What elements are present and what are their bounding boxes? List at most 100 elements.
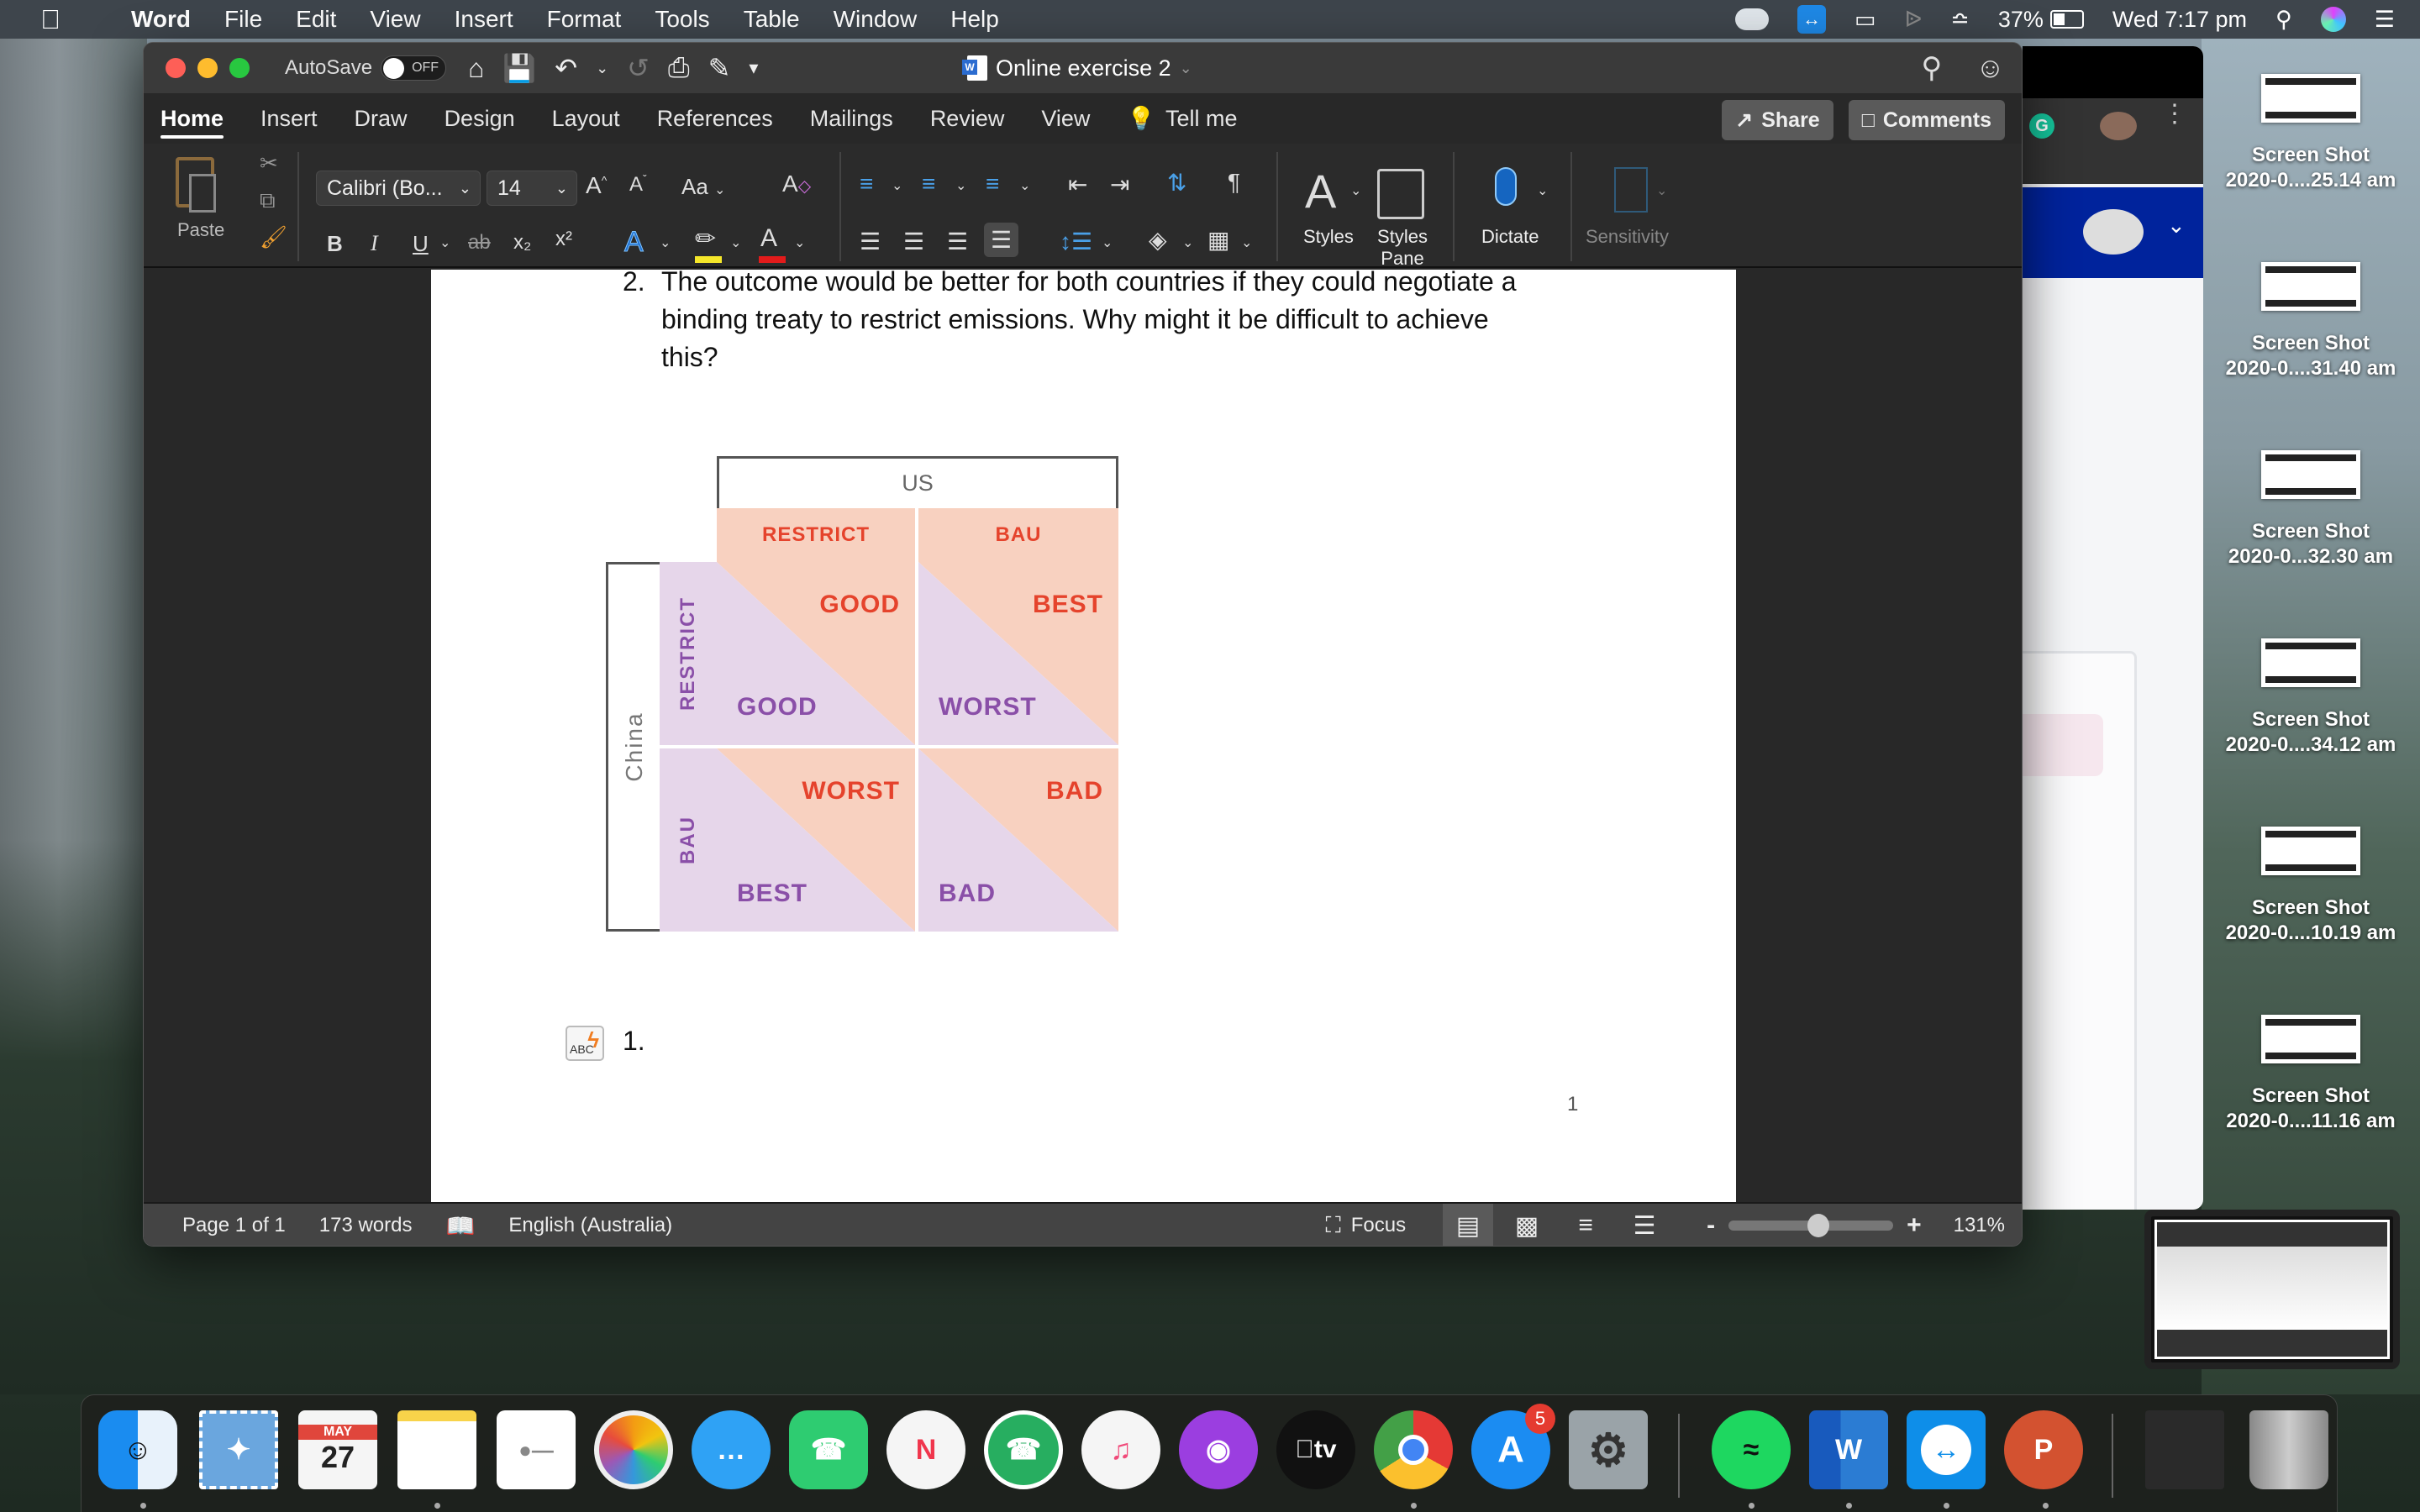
menu-file[interactable]: File (224, 6, 262, 33)
menu-help[interactable]: Help (950, 6, 999, 33)
share-button[interactable]: ↗ Share (1722, 100, 1833, 140)
justify-icon[interactable]: ☰ (984, 223, 1019, 257)
word-count[interactable]: 173 words (319, 1214, 413, 1237)
shading-icon[interactable]: ◈ (1149, 226, 1167, 254)
menu-window[interactable]: Window (834, 6, 918, 33)
change-case-button[interactable]: Aa ⌄ (681, 174, 725, 200)
zoom-out-button[interactable]: - (1707, 1211, 1715, 1240)
underline-button[interactable]: U (413, 231, 429, 257)
tab-home[interactable]: Home (160, 93, 224, 144)
zoom-slider-thumb[interactable] (1807, 1214, 1829, 1237)
styles-label[interactable]: Styles (1303, 226, 1354, 248)
language[interactable]: English (Australia) (508, 1214, 672, 1237)
dock-messages-icon[interactable]: … (692, 1410, 771, 1489)
dock-chrome-icon[interactable] (1374, 1410, 1453, 1489)
styles-pane-icon[interactable] (1377, 169, 1424, 219)
borders-icon[interactable]: ▦ (1207, 226, 1229, 254)
microphone-icon[interactable] (1495, 167, 1517, 206)
chevron-down-icon[interactable]: ⌄ (2167, 213, 2186, 239)
font-size-dropdown[interactable]: 14 ⌄ (487, 171, 577, 206)
save-icon[interactable]: 💾 (502, 52, 536, 84)
zoom-window-button[interactable] (229, 58, 250, 78)
sensitivity-label[interactable]: Sensitivity (1586, 226, 1669, 248)
undo-dropdown-icon[interactable]: ⌄ (596, 60, 608, 77)
font-color-icon[interactable]: A (760, 224, 777, 253)
dock-music-icon[interactable]: ♫ (1081, 1410, 1160, 1489)
line-spacing-dropdown-icon[interactable]: ⌄ (1102, 234, 1113, 251)
menu-table[interactable]: Table (744, 6, 800, 33)
dock-podcasts-icon[interactable]: ◉ (1179, 1410, 1258, 1489)
list-item-1[interactable]: 1. (623, 1026, 645, 1057)
increase-indent-icon[interactable]: ⇥ (1110, 171, 1129, 198)
format-painter-icon[interactable]: 🖌 (260, 224, 287, 250)
dock-photos-icon[interactable] (594, 1410, 673, 1489)
tab-design[interactable]: Design (445, 93, 515, 144)
wifi-icon[interactable]: ≏ (1950, 7, 1970, 33)
tab-references[interactable]: References (657, 93, 773, 144)
dock-apple-tv-icon[interactable]: tv (1276, 1410, 1355, 1489)
minimize-window-button[interactable] (197, 58, 218, 78)
draft-view-button[interactable]: ☰ (1619, 1204, 1670, 1246)
grow-font-icon[interactable]: A^ (586, 172, 607, 199)
numbering-dropdown-icon[interactable]: ⌄ (955, 177, 966, 194)
apple-menu-icon[interactable]:  (40, 4, 81, 35)
proofing-icon[interactable]: 📖 (446, 1212, 476, 1240)
sensitivity-dropdown-icon[interactable]: ⌄ (1656, 182, 1667, 199)
document-page[interactable]: 2. The outcome would be better for both … (431, 270, 1736, 1202)
feedback-smiley-icon[interactable]: ☺ (1975, 52, 2005, 85)
search-icon[interactable]: ⚲ (1921, 51, 1942, 85)
zoom-level[interactable]: 131% (1954, 1214, 2005, 1237)
bullets-dropdown-icon[interactable]: ⌄ (892, 177, 902, 194)
tab-insert[interactable]: Insert (260, 93, 318, 144)
dock-app-store-icon[interactable]: A5 (1471, 1404, 1555, 1489)
print-icon[interactable]: ⎙ (668, 52, 690, 84)
close-window-button[interactable] (166, 58, 186, 78)
edit-document-icon[interactable]: ✎ (708, 52, 731, 84)
autosave-toggle[interactable]: OFF (381, 55, 447, 81)
sort-icon[interactable]: ⇅ (1167, 169, 1186, 197)
grammarly-extension-icon[interactable]: G (2029, 113, 2054, 139)
redo-icon[interactable]: ↺ (627, 52, 650, 84)
web-layout-view-button[interactable]: ▩ (1502, 1204, 1552, 1246)
menu-app-name[interactable]: Word (131, 6, 191, 33)
italic-button[interactable]: I (371, 231, 378, 256)
page-count[interactable]: Page 1 of 1 (182, 1214, 286, 1237)
tab-layout[interactable]: Layout (552, 93, 620, 144)
menu-insert[interactable]: Insert (455, 6, 513, 33)
tab-review[interactable]: Review (930, 93, 1005, 144)
align-right-icon[interactable]: ☰ (947, 228, 968, 255)
menu-tools[interactable]: Tools (655, 6, 709, 33)
outline-view-button[interactable]: ≡ (1560, 1204, 1611, 1246)
dock-trash-icon[interactable] (2249, 1410, 2328, 1489)
underline-dropdown-icon[interactable]: ⌄ (439, 234, 450, 251)
align-left-icon[interactable]: ☰ (860, 228, 881, 255)
font-color-dropdown-icon[interactable]: ⌄ (794, 234, 805, 251)
dock-spotify-icon[interactable]: ≈ (1712, 1410, 1791, 1489)
multilevel-dropdown-icon[interactable]: ⌄ (1019, 177, 1030, 194)
autocorrect-options-icon[interactable]: ABC (566, 1026, 604, 1061)
dock-powerpoint-icon[interactable]: P (2004, 1410, 2083, 1489)
dock-notes-icon[interactable] (397, 1410, 476, 1489)
onedrive-icon[interactable] (1734, 8, 1769, 30)
dock-whatsapp-icon[interactable]: ☎ (984, 1410, 1063, 1489)
bold-button[interactable]: B (327, 231, 343, 257)
desktop-file[interactable]: Screen Shot 2020-0....11.16 am (2202, 1015, 2420, 1134)
comments-button[interactable]: □ Comments (1848, 100, 2005, 140)
menu-format[interactable]: Format (547, 6, 622, 33)
dock-word-icon[interactable]: W (1809, 1410, 1888, 1489)
shrink-font-icon[interactable]: Aˇ (629, 172, 647, 197)
copy-icon[interactable]: ⧉ (260, 187, 276, 214)
customize-toolbar-icon[interactable]: ▾ (749, 57, 758, 79)
dock-mail-icon[interactable]: ✦ (199, 1410, 278, 1489)
subscript-button[interactable]: x₂ (513, 231, 531, 255)
spotlight-search-icon[interactable]: ⚲ (2275, 7, 2292, 33)
home-icon[interactable]: ⌂ (468, 53, 484, 84)
show-formatting-marks-icon[interactable]: ¶ (1228, 169, 1240, 196)
tab-mailings[interactable]: Mailings (810, 93, 893, 144)
print-layout-view-button[interactable]: ▤ (1443, 1204, 1494, 1246)
dock-teamviewer-icon[interactable]: ↔ (1907, 1410, 1986, 1489)
highlight-dropdown-icon[interactable]: ⌄ (730, 234, 741, 251)
focus-button[interactable]: ⛶ Focus (1326, 1212, 1407, 1239)
desktop-file[interactable]: Screen Shot 2020-0....31.40 am (2202, 262, 2420, 381)
clear-formatting-icon[interactable]: A◇ (782, 171, 811, 197)
